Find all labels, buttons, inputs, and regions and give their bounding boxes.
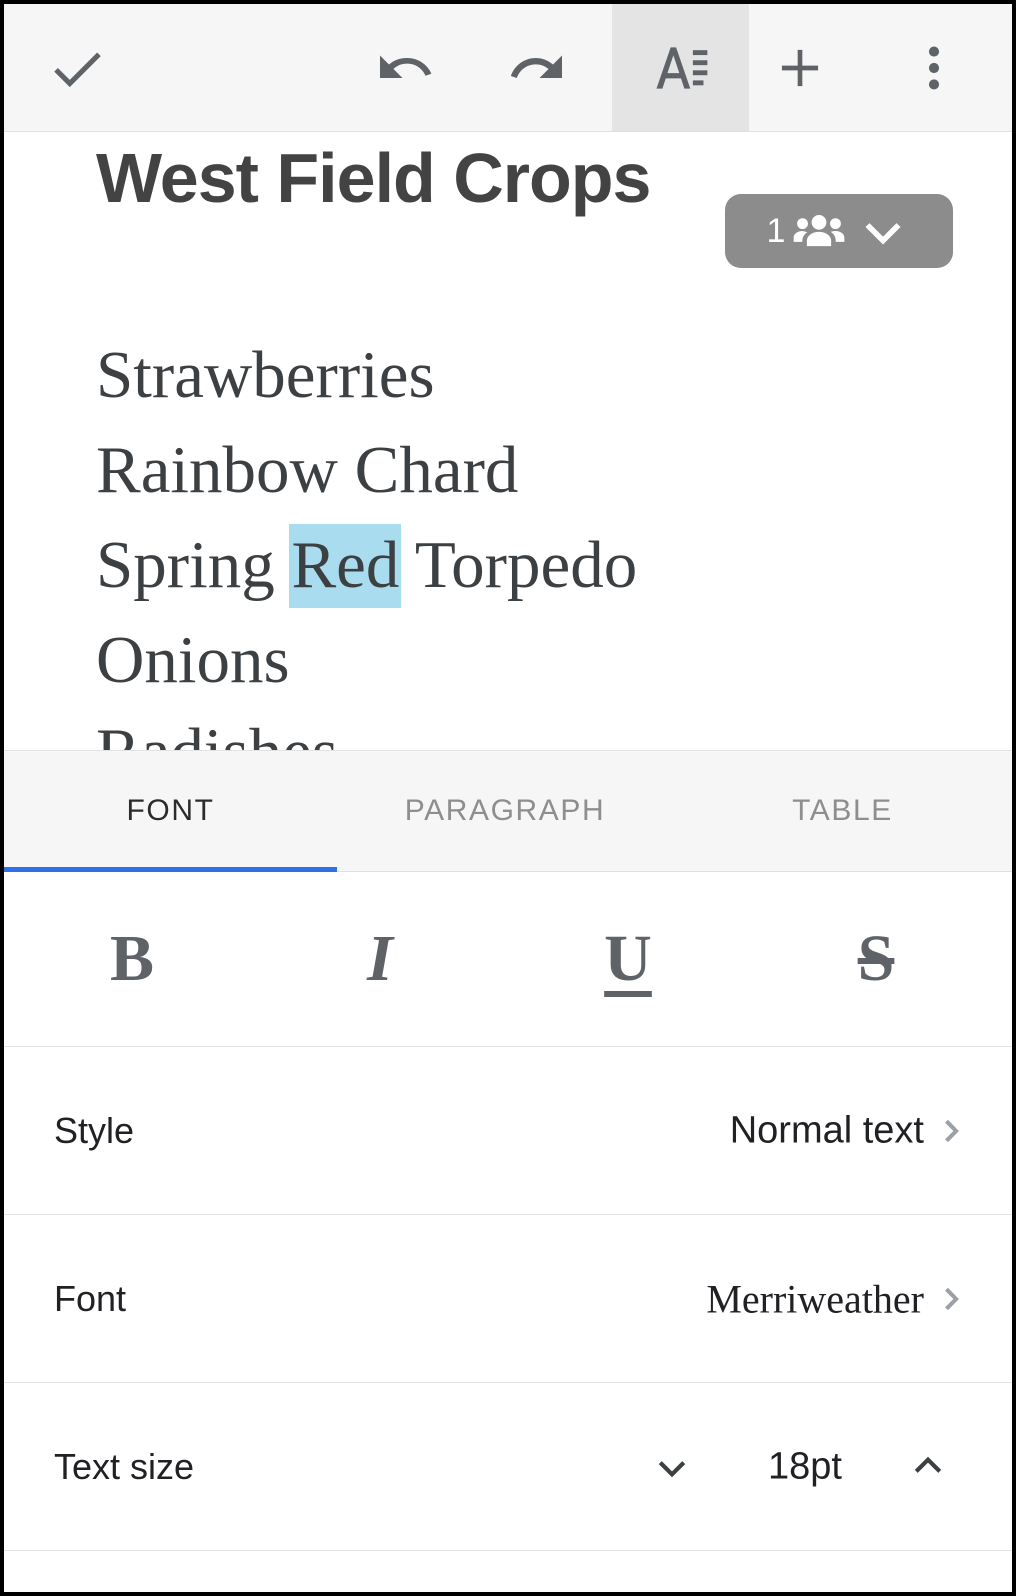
increase-text-size-button[interactable] — [906, 1445, 950, 1489]
font-row-value: Merriweather — [706, 1276, 924, 1321]
chevron-down-icon — [855, 203, 911, 259]
add-button[interactable] — [744, 4, 856, 131]
italic-icon: I — [367, 922, 393, 995]
text-size-value: 18pt — [768, 1445, 842, 1487]
plus-icon — [769, 37, 831, 99]
italic-button[interactable]: I — [256, 872, 504, 1046]
check-icon — [46, 37, 108, 99]
chevron-right-icon — [932, 1278, 974, 1320]
app-root: West Field Crops 1 Strawberries Rainbow … — [0, 0, 1016, 1596]
tab-paragraph[interactable]: PARAGRAPH — [337, 751, 673, 871]
done-check-button[interactable] — [18, 4, 136, 131]
tab-table[interactable]: TABLE — [673, 751, 1012, 871]
collaborator-count: 1 — [766, 212, 786, 250]
style-row[interactable]: Style Normal text — [4, 1047, 1012, 1215]
collaborators-chip[interactable]: 1 — [725, 194, 953, 268]
strikethrough-button[interactable]: S — [752, 872, 1000, 1046]
more-options-button[interactable] — [882, 4, 986, 131]
document-body[interactable]: Strawberries Rainbow Chard Spring Red To… — [96, 328, 976, 708]
undo-icon — [375, 38, 435, 98]
underline-icon: U — [604, 922, 652, 995]
text-size-label: Text size — [54, 1445, 195, 1487]
document-canvas[interactable]: West Field Crops 1 Strawberries Rainbow … — [4, 132, 1012, 750]
doc-line-with-selection: Spring Red Torpedo — [96, 518, 976, 613]
doc-text-after-selection: Torpedo — [399, 528, 638, 602]
text-format-button[interactable] — [612, 4, 749, 131]
style-row-value: Normal text — [729, 1109, 924, 1151]
panel-bottom-partial-row — [4, 1551, 1012, 1579]
tab-font[interactable]: FONT — [4, 751, 337, 871]
bold-button[interactable]: B — [8, 872, 256, 1046]
font-row[interactable]: Font Merriweather — [4, 1215, 1012, 1383]
undo-button[interactable] — [344, 4, 466, 131]
doc-line: Onions — [96, 623, 290, 697]
underline-button[interactable]: U — [504, 872, 752, 1046]
text-format-icon — [650, 37, 712, 99]
style-row-label: Style — [54, 1109, 135, 1151]
redo-icon — [507, 38, 567, 98]
doc-text-before-selection: Spring — [96, 528, 292, 602]
bold-icon: B — [109, 922, 155, 995]
selected-text[interactable]: Red — [289, 524, 402, 608]
document-title[interactable]: West Field Crops — [96, 138, 651, 218]
text-style-buttons-row: B I U S — [4, 872, 1012, 1047]
font-row-label: Font — [54, 1277, 127, 1319]
format-tab-bar: FONT PARAGRAPH TABLE — [4, 751, 1012, 876]
strikethrough-icon: S — [857, 922, 895, 995]
doc-line-partial: Radishes — [96, 705, 976, 750]
tab-paragraph-label: PARAGRAPH — [404, 794, 606, 827]
tab-table-label: TABLE — [792, 794, 893, 827]
top-toolbar — [4, 4, 1012, 132]
more-vert-icon — [905, 39, 963, 97]
doc-line: Rainbow Chard — [96, 433, 519, 507]
chevron-right-icon — [932, 1110, 974, 1152]
text-size-row: Text size 18pt — [4, 1383, 1012, 1551]
tab-font-label: FONT — [126, 794, 215, 827]
people-icon — [793, 211, 845, 251]
redo-button[interactable] — [476, 4, 598, 131]
decrease-text-size-button[interactable] — [650, 1445, 694, 1489]
format-panel: FONT PARAGRAPH TABLE B I U S Style Norma… — [4, 750, 1012, 1592]
doc-line: Strawberries — [96, 338, 435, 412]
